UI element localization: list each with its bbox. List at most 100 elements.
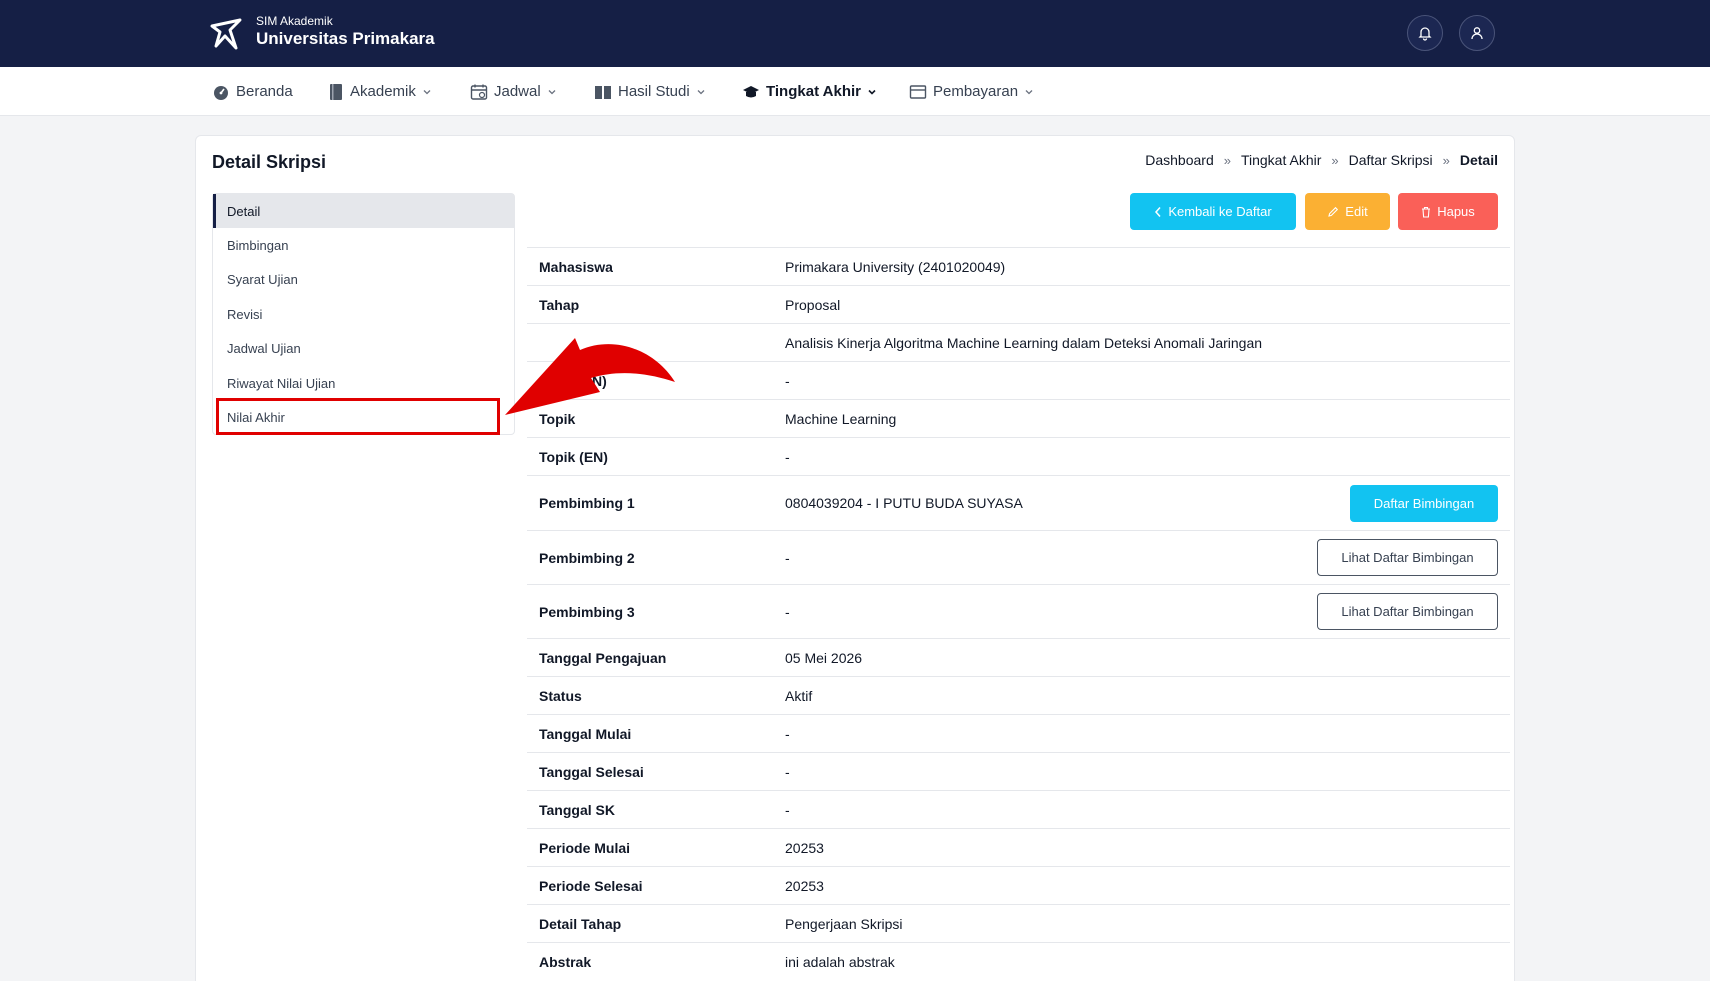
nav-pembayaran-label: Pembayaran	[933, 83, 1019, 100]
chevron-down-icon	[867, 87, 877, 97]
nav-pembayaran[interactable]: Pembayaran	[909, 67, 1034, 116]
chevron-down-icon	[1024, 87, 1034, 97]
row-value: -	[785, 549, 790, 566]
notification-button[interactable]	[1407, 15, 1443, 51]
row-label: Tanggal Pengajuan	[539, 649, 667, 666]
nav-beranda-label: Beranda	[236, 83, 293, 100]
breadcrumb-dashboard[interactable]: Dashboard	[1145, 152, 1214, 168]
row-label: Status	[539, 687, 582, 704]
row-value: Pengerjaan Skripsi	[785, 915, 903, 932]
row-label: Mahasiswa	[539, 258, 613, 275]
breadcrumb-current: Detail	[1459, 152, 1498, 168]
annotation-highlight-box	[216, 398, 500, 435]
row-label: Pembimbing 2	[539, 549, 635, 566]
side-item-revisi[interactable]: Revisi	[213, 297, 514, 331]
nav-hasil-studi-label: Hasil Studi	[618, 83, 690, 100]
side-item-detail[interactable]: Detail	[213, 194, 514, 228]
row-label: Abstrak	[539, 953, 592, 970]
chevron-down-icon	[547, 87, 557, 97]
graduation-cap-icon	[742, 83, 760, 101]
row-value: -	[785, 763, 790, 780]
row-label: Periode Mulai	[539, 839, 631, 856]
back-to-list-button[interactable]: Kembali ke Daftar	[1130, 193, 1296, 230]
main-nav: Beranda Akademik Jadwal Hasil Studi Ting…	[0, 67, 1710, 116]
row-value: 20253	[785, 877, 824, 894]
row-label: Tanggal SK	[539, 801, 615, 818]
side-item-label: Syarat Ujian	[227, 271, 298, 287]
back-button-label: Kembali ke Daftar	[1168, 204, 1272, 219]
row-label: Tanggal Selesai	[539, 763, 644, 780]
breadcrumb-daftar-skripsi[interactable]: Daftar Skripsi	[1349, 152, 1433, 168]
delete-button[interactable]: Hapus	[1398, 193, 1498, 230]
row-label: Pembimbing 3	[539, 603, 635, 620]
chevron-left-icon	[1154, 206, 1162, 218]
table-row: Tahap Proposal	[527, 285, 1510, 323]
row-value: Primakara University (2401020049)	[785, 258, 1006, 275]
side-item-jadwal-ujian[interactable]: Jadwal Ujian	[213, 331, 514, 365]
row-value: -	[785, 801, 790, 818]
table-row: Periode Mulai 20253	[527, 828, 1510, 866]
delete-button-label: Hapus	[1437, 204, 1475, 219]
row-value: Analisis Kinerja Algoritma Machine Learn…	[785, 334, 1263, 351]
table-row: Status Aktif	[527, 676, 1510, 714]
wallet-icon	[909, 83, 927, 101]
row-value: -	[785, 603, 790, 620]
breadcrumb: Dashboard » Tingkat Akhir » Daftar Skrip…	[1145, 152, 1498, 168]
profile-button[interactable]	[1459, 15, 1495, 51]
side-item-syarat-ujian[interactable]: Syarat Ujian	[213, 262, 514, 296]
brand[interactable]: SIM Akademik Universitas Primakara	[206, 12, 435, 52]
side-item-label: Revisi	[227, 306, 263, 322]
bell-icon	[1418, 27, 1432, 41]
nav-akademik-label: Akademik	[350, 83, 416, 100]
book-icon	[328, 83, 344, 101]
side-item-bimbingan[interactable]: Bimbingan	[213, 228, 514, 262]
annotation-arrow-icon	[505, 338, 675, 415]
lihat-daftar-bimbingan-button[interactable]: Lihat Daftar Bimbingan	[1317, 539, 1498, 576]
side-item-label: Riwayat Nilai Ujian	[227, 375, 336, 391]
nav-jadwal-label: Jadwal	[494, 83, 541, 100]
calendar-icon	[470, 83, 488, 101]
edit-button[interactable]: Edit	[1305, 193, 1390, 230]
breadcrumb-separator: »	[1442, 152, 1450, 168]
brand-title: Universitas Primakara	[256, 29, 435, 48]
edit-button-label: Edit	[1345, 204, 1368, 219]
brand-subtitle: SIM Akademik	[256, 14, 333, 28]
nav-akademik[interactable]: Akademik	[328, 67, 432, 116]
trash-icon	[1421, 206, 1431, 218]
table-row: Detail Tahap Pengerjaan Skripsi	[527, 904, 1510, 942]
lihat-daftar-bimbingan-button[interactable]: Lihat Daftar Bimbingan	[1317, 593, 1498, 630]
page-title: Detail Skripsi	[212, 152, 327, 172]
row-value: Proposal	[785, 296, 841, 313]
nav-hasil-studi[interactable]: Hasil Studi	[594, 67, 706, 116]
table-row: Topik (EN) -	[527, 437, 1510, 475]
row-label: Topik (EN)	[539, 448, 608, 465]
row-value: Machine Learning	[785, 410, 897, 427]
dashboard-icon	[212, 83, 230, 101]
row-value: Aktif	[785, 687, 813, 704]
side-item-label: Detail	[227, 203, 261, 219]
daftar-bimbingan-button[interactable]: Daftar Bimbingan	[1350, 484, 1498, 522]
table-row: Pembimbing 2 - Lihat Daftar Bimbingan	[527, 530, 1510, 584]
table-row: Tanggal SK -	[527, 790, 1510, 828]
nav-beranda[interactable]: Beranda	[212, 67, 293, 116]
nav-tingkat-akhir[interactable]: Tingkat Akhir	[742, 67, 877, 116]
row-label: Detail Tahap	[539, 915, 622, 932]
table-row: Mahasiswa Primakara University (240102004…	[527, 247, 1510, 285]
row-label: Pembimbing 1	[539, 495, 635, 511]
table-row: Abstrak ini adalah abstrak	[527, 942, 1510, 980]
user-icon	[1471, 27, 1483, 40]
nav-tingkat-akhir-label: Tingkat Akhir	[766, 83, 862, 100]
breadcrumb-tingkat-akhir[interactable]: Tingkat Akhir	[1241, 152, 1321, 168]
table-row: Tanggal Selesai -	[527, 752, 1510, 790]
breadcrumb-separator: »	[1331, 152, 1339, 168]
table-row: Pembimbing 3 - Lihat Daftar Bimbingan	[527, 584, 1510, 638]
row-value: 05 Mei 2026	[785, 649, 863, 666]
book-open-icon	[594, 83, 612, 101]
table-row: Tanggal Mulai -	[527, 714, 1510, 752]
side-item-riwayat-nilai-ujian[interactable]: Riwayat Nilai Ujian	[213, 366, 514, 400]
row-value: ini adalah abstrak	[785, 953, 895, 970]
row-label: Periode Selesai	[539, 877, 643, 894]
table-row: Periode Selesai 20253	[527, 866, 1510, 904]
nav-jadwal[interactable]: Jadwal	[470, 67, 557, 116]
row-value: -	[785, 448, 790, 465]
